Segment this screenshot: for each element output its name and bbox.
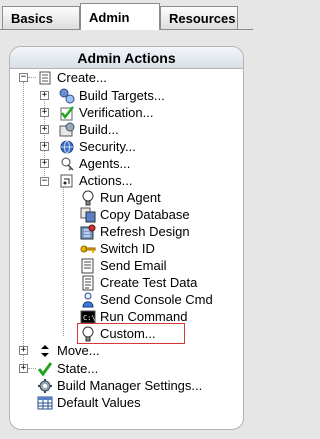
tree-item-label: Build Targets... (79, 88, 165, 103)
refresh-design-icon (80, 224, 96, 240)
tree-line (28, 77, 36, 78)
tree-item-verification[interactable]: Verification... (59, 104, 153, 121)
svg-text:C:\: C:\ (83, 314, 96, 322)
tab-bar: Basics Admin Resources (0, 0, 253, 30)
lightbulb-icon (80, 326, 96, 342)
action-refresh-design[interactable]: Refresh Design (80, 223, 190, 240)
tree-line (23, 82, 24, 368)
action-copy-database[interactable]: Copy Database (80, 206, 190, 223)
action-create-test-data[interactable]: Create Test Data (80, 274, 197, 291)
action-label: Run Agent (100, 190, 161, 205)
tree-item-label: Move... (57, 343, 100, 358)
console-person-icon (80, 292, 96, 308)
tree-item-label: Create... (57, 70, 107, 85)
tree-item-build[interactable]: Build... (59, 121, 119, 138)
expand-toggle-verification[interactable]: + (40, 108, 49, 117)
tab-admin[interactable]: Admin (80, 3, 160, 30)
action-label: Switch ID (100, 241, 155, 256)
lightbulb-icon (80, 190, 96, 206)
tree-item-state[interactable]: State... (37, 360, 98, 377)
tab-basics[interactable]: Basics (2, 6, 80, 30)
expand-toggle-build-targets[interactable]: + (40, 91, 49, 100)
tree-item-label: Security... (79, 139, 136, 154)
table-grid-icon (37, 395, 53, 411)
tab-resources[interactable]: Resources (160, 6, 238, 30)
tree-item-create[interactable]: Create... (37, 69, 107, 86)
settings-gear-icon (37, 378, 53, 394)
tree-item-build-targets[interactable]: Build Targets... (59, 87, 165, 104)
tree-item-security[interactable]: Security... (59, 138, 136, 155)
action-send-console-cmd[interactable]: Send Console Cmd (80, 291, 213, 308)
document-list-icon (37, 70, 53, 86)
tree-item-actions[interactable]: Actions... (59, 172, 132, 189)
expand-toggle-build[interactable]: + (40, 125, 49, 134)
tree-item-agents[interactable]: Agents... (59, 155, 130, 172)
action-label: Copy Database (100, 207, 190, 222)
build-gears-icon (59, 122, 75, 138)
email-document-icon (80, 258, 96, 274)
action-send-email[interactable]: Send Email (80, 257, 166, 274)
expand-toggle-state[interactable]: + (19, 364, 28, 373)
actions-document-icon (59, 173, 75, 189)
tree-line (28, 368, 36, 369)
action-run-agent[interactable]: Run Agent (80, 189, 161, 206)
action-label: Send Email (100, 258, 167, 273)
expand-toggle-move[interactable]: + (19, 346, 28, 355)
agent-key-icon (59, 156, 75, 172)
key-icon (80, 241, 96, 257)
checkmark-document-icon (59, 105, 75, 121)
action-label: Create Test Data (100, 275, 198, 290)
green-check-icon (37, 361, 53, 377)
action-label: Refresh Design (100, 224, 190, 239)
action-switch-id[interactable]: Switch ID (80, 240, 155, 257)
build-targets-icon (59, 88, 75, 104)
database-copy-icon (80, 207, 96, 223)
tree-item-label: Actions... (79, 173, 133, 188)
tree-item-label: Build... (79, 122, 119, 137)
expand-toggle-security[interactable]: + (40, 142, 49, 151)
tree-item-label: Verification... (79, 105, 154, 120)
tree-item-label: State... (57, 361, 99, 376)
tree-item-move[interactable]: Move... (37, 342, 100, 359)
collapse-toggle-create[interactable]: − (19, 73, 28, 82)
expand-toggle-agents[interactable]: + (40, 159, 49, 168)
action-label: Custom... (100, 326, 156, 341)
action-label: Send Console Cmd (100, 292, 213, 307)
collapse-toggle-actions[interactable]: − (40, 177, 49, 186)
move-arrows-icon (37, 343, 53, 359)
action-custom[interactable]: Custom... (80, 325, 156, 342)
panel-title: Admin Actions (10, 47, 243, 69)
tree-item-label: Agents... (79, 156, 131, 171)
tree-item-default-values[interactable]: Default Values (37, 394, 141, 411)
tree-item-build-manager-settings[interactable]: Build Manager Settings... (37, 377, 202, 394)
tree-item-label: Build Manager Settings... (57, 378, 203, 393)
document-lines-icon (80, 275, 96, 291)
action-label: Run Command (100, 309, 188, 324)
tree-item-label: Default Values (57, 395, 141, 410)
security-network-icon (59, 139, 75, 155)
tree-line (63, 186, 64, 336)
